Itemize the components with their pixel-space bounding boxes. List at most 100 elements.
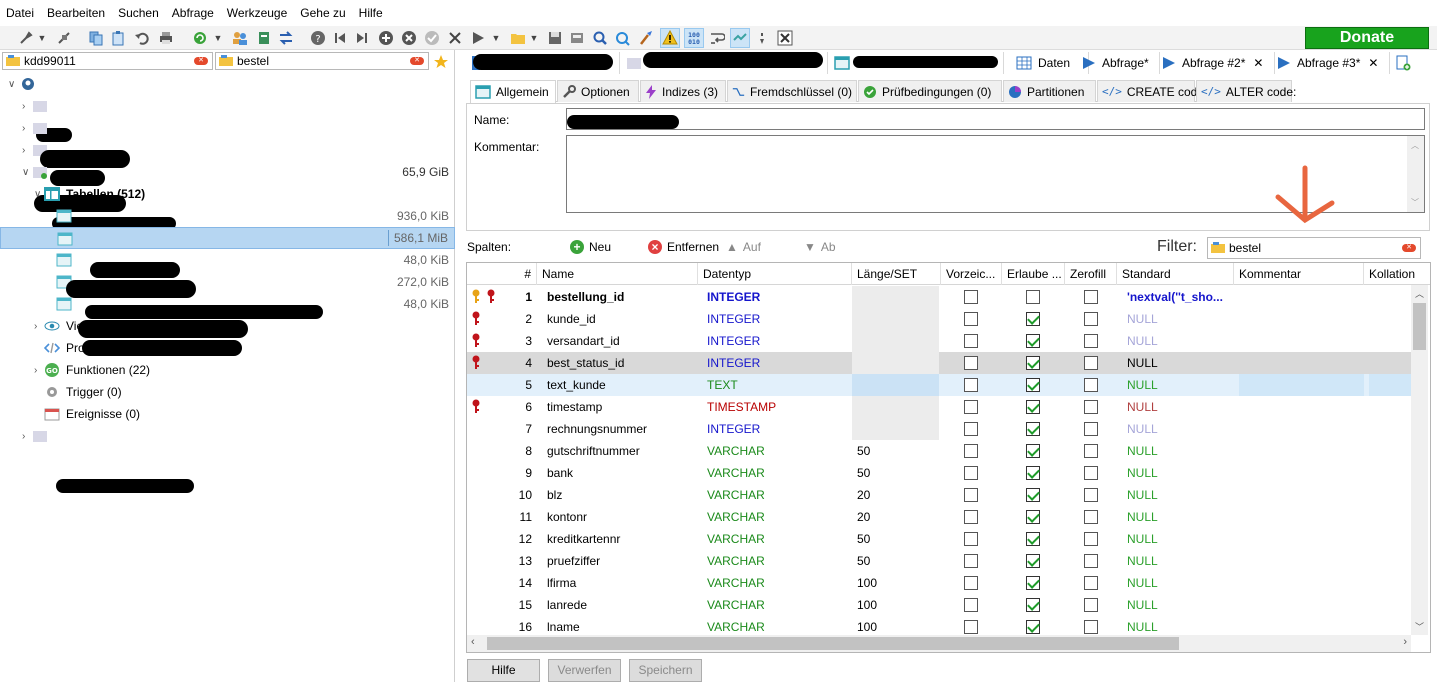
table-row[interactable]: 8 gutschriftnummer VARCHAR 50 NULL: [467, 440, 1412, 462]
favorite-star-icon[interactable]: [431, 52, 451, 72]
column-datatype[interactable]: VARCHAR: [702, 506, 852, 528]
export-icon[interactable]: [254, 28, 274, 48]
sync-icon[interactable]: [276, 28, 296, 48]
tab-fremdschluessel[interactable]: Fremdschlüssel (0): [727, 80, 857, 102]
open-folder-icon[interactable]: [508, 28, 528, 48]
tree-table-item-selected[interactable]: 586,1 MiB: [0, 227, 455, 249]
column-name[interactable]: timestamp: [542, 396, 698, 418]
zerofill-checkbox[interactable]: [1084, 532, 1098, 546]
column-comment[interactable]: [1239, 506, 1364, 528]
column-default[interactable]: NULL: [1122, 506, 1234, 528]
column-name[interactable]: lfirma: [542, 572, 698, 594]
new-query-tab-button[interactable]: [1393, 52, 1417, 74]
column-datatype[interactable]: INTEGER: [702, 330, 852, 352]
tree-database-node[interactable]: ›: [0, 117, 455, 139]
zerofill-checkbox[interactable]: [1084, 378, 1098, 392]
move-down-button[interactable]: ▼ Ab: [804, 240, 836, 254]
zerofill-checkbox[interactable]: [1084, 554, 1098, 568]
undo-icon[interactable]: [132, 28, 152, 48]
tab-alter-code[interactable]: </> ALTER code:: [1196, 80, 1296, 102]
column-datatype[interactable]: VARCHAR: [702, 484, 852, 506]
column-default[interactable]: 'nextval(''t_sho...: [1122, 286, 1234, 308]
column-comment[interactable]: [1239, 308, 1364, 330]
cancel-icon[interactable]: [445, 28, 465, 48]
column-comment[interactable]: [1239, 418, 1364, 440]
zerofill-checkbox[interactable]: [1084, 334, 1098, 348]
run-dropdown-icon[interactable]: ▼: [490, 28, 502, 48]
unsigned-checkbox[interactable]: [964, 488, 978, 502]
menu-abfrage[interactable]: Abfrage: [172, 6, 214, 20]
column-default[interactable]: NULL: [1122, 462, 1234, 484]
unsigned-checkbox[interactable]: [964, 598, 978, 612]
new-column-button[interactable]: + Neu: [570, 240, 611, 254]
column-collation[interactable]: [1369, 308, 1412, 330]
menu-suchen[interactable]: Suchen: [118, 6, 159, 20]
scroll-down-icon[interactable]: ﹀: [1415, 620, 1424, 633]
replace-icon[interactable]: [612, 28, 632, 48]
column-collation[interactable]: [1369, 440, 1412, 462]
zerofill-checkbox[interactable]: [1084, 510, 1098, 524]
column-length[interactable]: 20: [852, 484, 939, 506]
remove-column-button[interactable]: × Entfernen: [648, 240, 719, 254]
tree-views-folder[interactable]: › Views (137): [0, 315, 455, 337]
clear-database-filter-icon[interactable]: ✕: [194, 57, 208, 65]
allow-null-checkbox[interactable]: [1026, 312, 1040, 326]
close-tab-icon[interactable]: [775, 28, 795, 48]
comment-scrollbar[interactable]: ︿ ﹀: [1407, 136, 1424, 212]
allow-null-checkbox[interactable]: [1026, 422, 1040, 436]
column-datatype[interactable]: TEXT: [702, 374, 852, 396]
column-length[interactable]: 20: [852, 506, 939, 528]
unsigned-checkbox[interactable]: [964, 510, 978, 524]
unsigned-checkbox[interactable]: [964, 334, 978, 348]
tree-functions-folder[interactable]: › GO Funktionen (22): [0, 359, 455, 381]
clear-column-filter-icon[interactable]: ✕: [1402, 244, 1416, 252]
table-row[interactable]: 11 kontonr VARCHAR 20 NULL: [467, 506, 1412, 528]
unsigned-checkbox[interactable]: [964, 378, 978, 392]
zerofill-checkbox[interactable]: [1084, 598, 1098, 612]
table-row[interactable]: 9 bank VARCHAR 50 NULL: [467, 462, 1412, 484]
allow-null-checkbox[interactable]: [1026, 532, 1040, 546]
scroll-left-icon[interactable]: ‹: [471, 636, 475, 648]
print-icon[interactable]: [156, 28, 176, 48]
tab-partitionen[interactable]: Partitionen: [1003, 80, 1096, 102]
tree-database-node-expanded[interactable]: ∨ 65,9 GiB: [0, 161, 455, 183]
column-collation[interactable]: [1369, 594, 1412, 616]
column-comment[interactable]: [1239, 462, 1364, 484]
column-collation[interactable]: [1369, 462, 1412, 484]
tree-events-folder[interactable]: Ereignisse (0): [0, 403, 455, 425]
column-collation[interactable]: [1369, 506, 1412, 528]
column-collation[interactable]: [1369, 484, 1412, 506]
column-default[interactable]: NULL: [1122, 308, 1234, 330]
column-datatype[interactable]: VARCHAR: [702, 572, 852, 594]
paste-icon[interactable]: [108, 28, 128, 48]
header-unsigned[interactable]: Vorzeic...: [941, 263, 1002, 285]
menu-datei[interactable]: Datei: [6, 6, 34, 20]
column-comment[interactable]: [1239, 330, 1364, 352]
unsigned-checkbox[interactable]: [964, 312, 978, 326]
column-default[interactable]: NULL: [1122, 352, 1234, 374]
column-comment[interactable]: [1239, 528, 1364, 550]
column-length[interactable]: [852, 330, 939, 352]
unsigned-checkbox[interactable]: [964, 532, 978, 546]
copy-icon[interactable]: [86, 28, 106, 48]
clear-table-filter-icon[interactable]: ✕: [410, 57, 424, 65]
column-length[interactable]: [852, 308, 939, 330]
header-allow-null[interactable]: Erlaube ...: [1002, 263, 1065, 285]
refresh-dropdown-icon[interactable]: ▼: [212, 28, 224, 48]
header-collation[interactable]: Kollation: [1364, 263, 1430, 285]
column-datatype[interactable]: VARCHAR: [702, 462, 852, 484]
zerofill-checkbox[interactable]: [1084, 312, 1098, 326]
column-length[interactable]: 100: [852, 594, 939, 616]
zerofill-checkbox[interactable]: [1084, 576, 1098, 590]
column-length[interactable]: [852, 286, 939, 308]
column-comment[interactable]: [1239, 286, 1364, 308]
close-tab-icon[interactable]: ✕: [1368, 56, 1378, 70]
tab-allgemein[interactable]: Allgemein: [470, 80, 556, 103]
help-button[interactable]: Hilfe: [467, 659, 540, 682]
unsigned-checkbox[interactable]: [964, 400, 978, 414]
tree-database-node[interactable]: ›: [0, 425, 455, 447]
tab-daten[interactable]: Daten: [1012, 52, 1089, 74]
save-snippet-icon[interactable]: [567, 28, 587, 48]
column-datatype[interactable]: TIMESTAMP: [702, 396, 852, 418]
header-zerofill[interactable]: Zerofill: [1065, 263, 1117, 285]
